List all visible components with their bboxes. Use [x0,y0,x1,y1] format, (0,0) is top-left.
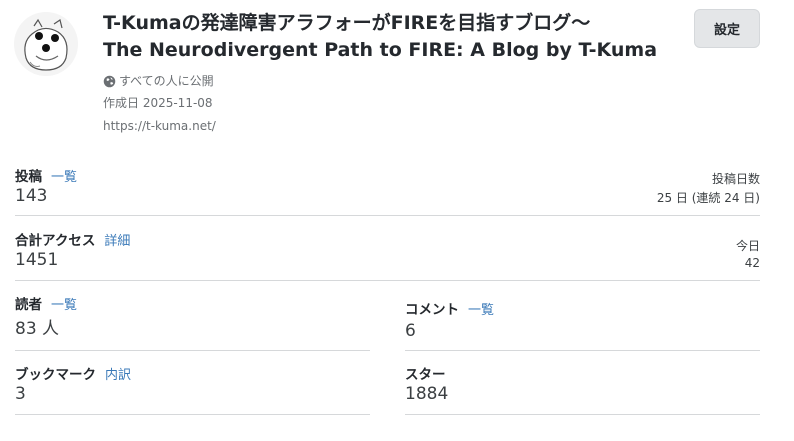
blog-title[interactable]: T-Kumaの発達障害アラフォーがFIREを目指すブログ〜 The Neurod… [103,10,673,64]
today-stat: 今日 42 [736,238,760,272]
stars-value: 1884 [405,384,449,404]
post-days-value: 25 日 (連続 24 日) [656,191,760,205]
divider [405,350,760,351]
bookmarks-value: 3 [15,384,26,404]
post-days-label: 投稿日数 [711,172,760,186]
comments-label: コメント [405,302,459,318]
comments-list-link[interactable]: 一覧 [468,299,494,318]
created-date: 作成日 2025-11-08 [103,96,213,110]
readers-list-link[interactable]: 一覧 [51,294,77,313]
bookmarks-breakdown-link[interactable]: 内訳 [105,364,131,383]
comments-value: 6 [405,321,416,341]
blog-title-line-1: T-Kumaの発達障害アラフォーがFIREを目指すブログ〜 [103,12,591,34]
blog-url[interactable]: https://t-kuma.net/ [103,118,216,134]
posts-stat: 投稿 一覧 143 [15,165,77,206]
divider [15,350,370,351]
blog-title-line-2: The Neurodivergent Path to FIRE: A Blog … [103,39,658,61]
access-label: 合計アクセス [15,233,96,249]
globe-icon [103,75,116,88]
visibility-status: すべての人に公開 [103,73,214,89]
posts-value: 143 [15,186,48,206]
today-value: 42 [744,256,760,270]
readers-value: 83 人 [15,319,60,339]
divider [405,414,760,415]
access-detail-link[interactable]: 詳細 [104,230,130,249]
access-stat: 合計アクセス 詳細 1451 [15,229,130,270]
divider [15,280,760,281]
visibility-text: すべての人に公開 [119,74,214,88]
bookmarks-stat: ブックマーク 内訳 3 [15,363,131,404]
stars-label: スター [405,367,446,383]
posts-label: 投稿 [15,169,42,185]
readers-stat: 読者 一覧 83 人 [15,293,77,339]
today-label: 今日 [735,239,760,253]
divider [15,215,760,216]
divider [15,414,370,415]
avatar [14,12,78,76]
settings-button[interactable]: 設定 [694,9,760,48]
comments-stat: コメント 一覧 6 [405,298,494,341]
posts-list-link[interactable]: 一覧 [51,166,77,185]
bookmarks-label: ブックマーク [15,367,96,383]
avatar-image [24,18,68,71]
readers-label: 読者 [15,297,42,313]
access-value: 1451 [15,250,59,270]
stars-stat: スター 1884 [405,363,448,404]
post-days-stat: 投稿日数 25 日 (連続 24 日) [657,171,760,207]
